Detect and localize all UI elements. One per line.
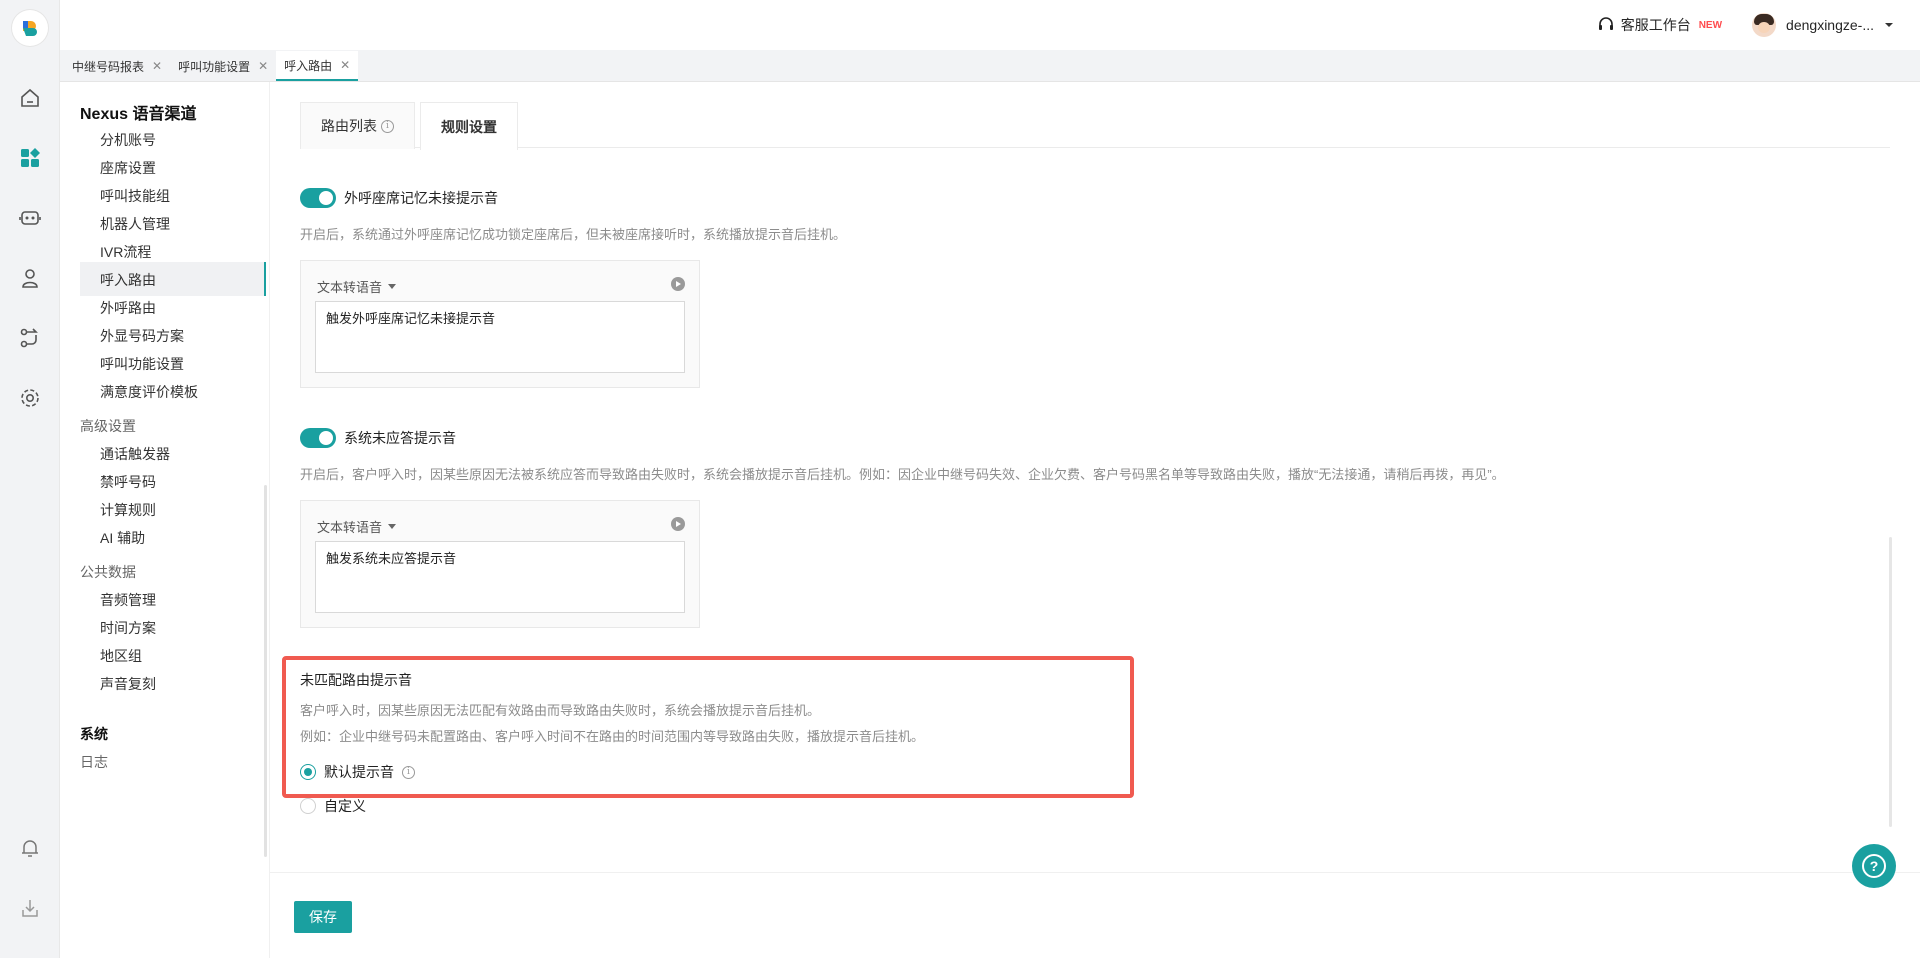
tts-type-select[interactable]: 文本转语音	[317, 277, 397, 296]
sidebar-item-ivr[interactable]: IVR流程	[100, 242, 151, 262]
main-scrollbar[interactable]	[1889, 537, 1892, 827]
outbound-memory-toggle[interactable]	[300, 188, 336, 208]
settings-icon[interactable]	[18, 386, 42, 410]
workspace-label: 客服工作台	[1620, 17, 1691, 33]
info-icon[interactable]: i	[402, 765, 415, 779]
user-menu[interactable]: dengxingze-...	[1752, 13, 1894, 37]
tts-type-label: 文本转语音	[317, 520, 383, 535]
save-button[interactable]: 保存	[294, 901, 352, 933]
caret-down-icon	[388, 284, 397, 289]
sidebar-item-blocked-numbers[interactable]: 禁呼号码	[100, 472, 156, 492]
headset-icon	[1598, 17, 1613, 30]
system-no-answer-description: 开启后，客户呼入时，因某些原因无法被系统应答而导致路由失败时，系统会播放提示音后…	[300, 467, 1505, 482]
sidebar-title: Nexus 语音渠道	[80, 106, 197, 123]
radio-custom-control[interactable]	[300, 798, 316, 814]
page-tab-inbound-route[interactable]: 呼入路由 ✕	[276, 51, 359, 81]
username: dengxingze-...	[1786, 17, 1874, 33]
sidebar-item-seat-settings[interactable]: 座席设置	[100, 158, 156, 178]
sidebar-item-voice-clone[interactable]: 声音复刻	[100, 674, 156, 694]
footer: 保存	[270, 872, 1920, 958]
outbound-memory-tts-box: 文本转语音 触发外呼座席记忆未接提示音	[300, 260, 700, 388]
tab-label: 路由列表	[321, 118, 377, 134]
sidebar-item-calc-rules[interactable]: 计算规则	[100, 500, 156, 520]
sidebar-item-outbound-route[interactable]: 外呼路由	[100, 298, 156, 318]
logo-icon	[23, 21, 37, 36]
download-icon[interactable]	[18, 896, 42, 920]
bell-icon[interactable]	[18, 836, 42, 860]
system-no-answer-tts-input[interactable]: 触发系统未应答提示音	[315, 541, 685, 613]
tab-label: 规则设置	[441, 118, 497, 135]
info-icon[interactable]: i	[381, 119, 394, 133]
routing-icon[interactable]	[18, 326, 42, 350]
sidebar-item-logs[interactable]: 日志	[80, 752, 108, 772]
sidebar-group-system: 系统	[80, 726, 108, 742]
outbound-memory-tts-input[interactable]: 触发外呼座席记忆未接提示音	[315, 301, 685, 373]
app-logo[interactable]	[12, 10, 48, 46]
left-rail	[0, 0, 60, 958]
sidebar-item-time-plan[interactable]: 时间方案	[100, 618, 156, 638]
radio-default[interactable]: 默认提示音 i	[300, 762, 415, 782]
close-icon[interactable]: ✕	[340, 58, 350, 72]
help-button[interactable]: ?	[1852, 844, 1896, 888]
tab-rule-settings[interactable]: 规则设置	[420, 102, 518, 150]
unmatched-route-title: 未匹配路由提示音	[300, 672, 412, 688]
tab-route-list[interactable]: 路由列表 i	[300, 102, 415, 149]
robot-icon[interactable]	[18, 206, 42, 230]
close-icon[interactable]: ✕	[258, 59, 268, 73]
unmatched-route-description-2: 例如：企业中继号码未配置路由、客户呼入时间不在路由的时间范围内等导致路由失败，播…	[300, 729, 925, 744]
new-badge: NEW	[1698, 19, 1723, 31]
caret-down-icon	[1885, 23, 1893, 27]
close-icon[interactable]: ✕	[152, 59, 162, 73]
page-tab-label: 呼入路由	[284, 58, 333, 73]
radio-custom-label: 自定义	[324, 798, 366, 814]
system-no-answer-toggle[interactable]	[300, 428, 336, 448]
caret-down-icon	[388, 524, 397, 529]
page-tabs: 中继号码报表 ✕ 呼叫功能设置 ✕ 呼入路由 ✕	[60, 50, 1920, 82]
sidebar-item-satisfaction[interactable]: 满意度评价模板	[100, 382, 198, 402]
sidebar-item-ai-assist[interactable]: AI 辅助	[100, 528, 145, 548]
radio-custom[interactable]: 自定义	[300, 796, 366, 816]
radio-default-label: 默认提示音	[324, 764, 394, 780]
sidebar-item-audio[interactable]: 音频管理	[100, 590, 156, 610]
sub-tabs: 路由列表 i 规则设置	[300, 102, 1890, 150]
sidebar: Nexus 语音渠道 分机账号 座席设置 呼叫技能组 机器人管理 IVR流程 呼…	[60, 82, 270, 958]
page-tab-label: 呼叫功能设置	[178, 59, 251, 74]
apps-icon[interactable]	[18, 146, 42, 170]
sidebar-scrollbar[interactable]	[264, 485, 267, 857]
system-no-answer-tts-box: 文本转语音 触发系统未应答提示音	[300, 500, 700, 628]
outbound-memory-description: 开启后，系统通过外呼座席记忆成功锁定座席后，但未被座席接听时，系统播放提示音后挂…	[300, 227, 847, 242]
page-tab-label: 中继号码报表	[72, 59, 145, 74]
outbound-memory-row: 外呼座席记忆未接提示音	[300, 188, 498, 208]
question-icon: ?	[1862, 854, 1886, 878]
sidebar-item-skill-group[interactable]: 呼叫技能组	[100, 186, 170, 206]
tts-type-label: 文本转语音	[317, 280, 383, 295]
user-center-icon[interactable]	[18, 266, 42, 290]
sidebar-item-call-settings[interactable]: 呼叫功能设置	[100, 354, 184, 374]
sidebar-item-caller-id[interactable]: 外显号码方案	[100, 326, 184, 346]
outbound-memory-label: 外呼座席记忆未接提示音	[344, 190, 498, 206]
avatar	[1752, 13, 1777, 37]
top-bar: 客服工作台 NEW dengxingze-...	[60, 0, 1920, 50]
sidebar-item-inbound-route[interactable]: 呼入路由	[100, 270, 156, 290]
sidebar-item-extension[interactable]: 分机账号	[100, 130, 156, 150]
workspace-link[interactable]: 客服工作台 NEW	[1597, 15, 1722, 35]
sidebar-group-public-data: 公共数据	[80, 564, 136, 580]
page-tab-trunk-report[interactable]: 中继号码报表 ✕	[64, 51, 170, 81]
system-no-answer-row: 系统未应答提示音	[300, 428, 456, 448]
tts-type-select[interactable]: 文本转语音	[317, 517, 397, 536]
play-icon[interactable]	[671, 277, 685, 291]
home-icon[interactable]	[18, 86, 42, 110]
page-tab-call-settings[interactable]: 呼叫功能设置 ✕	[170, 51, 276, 81]
main-content: 路由列表 i 规则设置 外呼座席记忆未接提示音 开启后，系统通过外呼座席记忆成功…	[270, 82, 1920, 872]
sidebar-item-call-trigger[interactable]: 通话触发器	[100, 444, 170, 464]
radio-default-control[interactable]	[300, 764, 316, 780]
sidebar-group-advanced: 高级设置	[80, 418, 136, 434]
sidebar-item-robot[interactable]: 机器人管理	[100, 214, 170, 234]
unmatched-route-description-1: 客户呼入时，因某些原因无法匹配有效路由而导致路由失败时，系统会播放提示音后挂机。	[300, 703, 821, 718]
sidebar-item-region-group[interactable]: 地区组	[100, 646, 142, 666]
play-icon[interactable]	[671, 517, 685, 531]
system-no-answer-label: 系统未应答提示音	[344, 430, 456, 446]
